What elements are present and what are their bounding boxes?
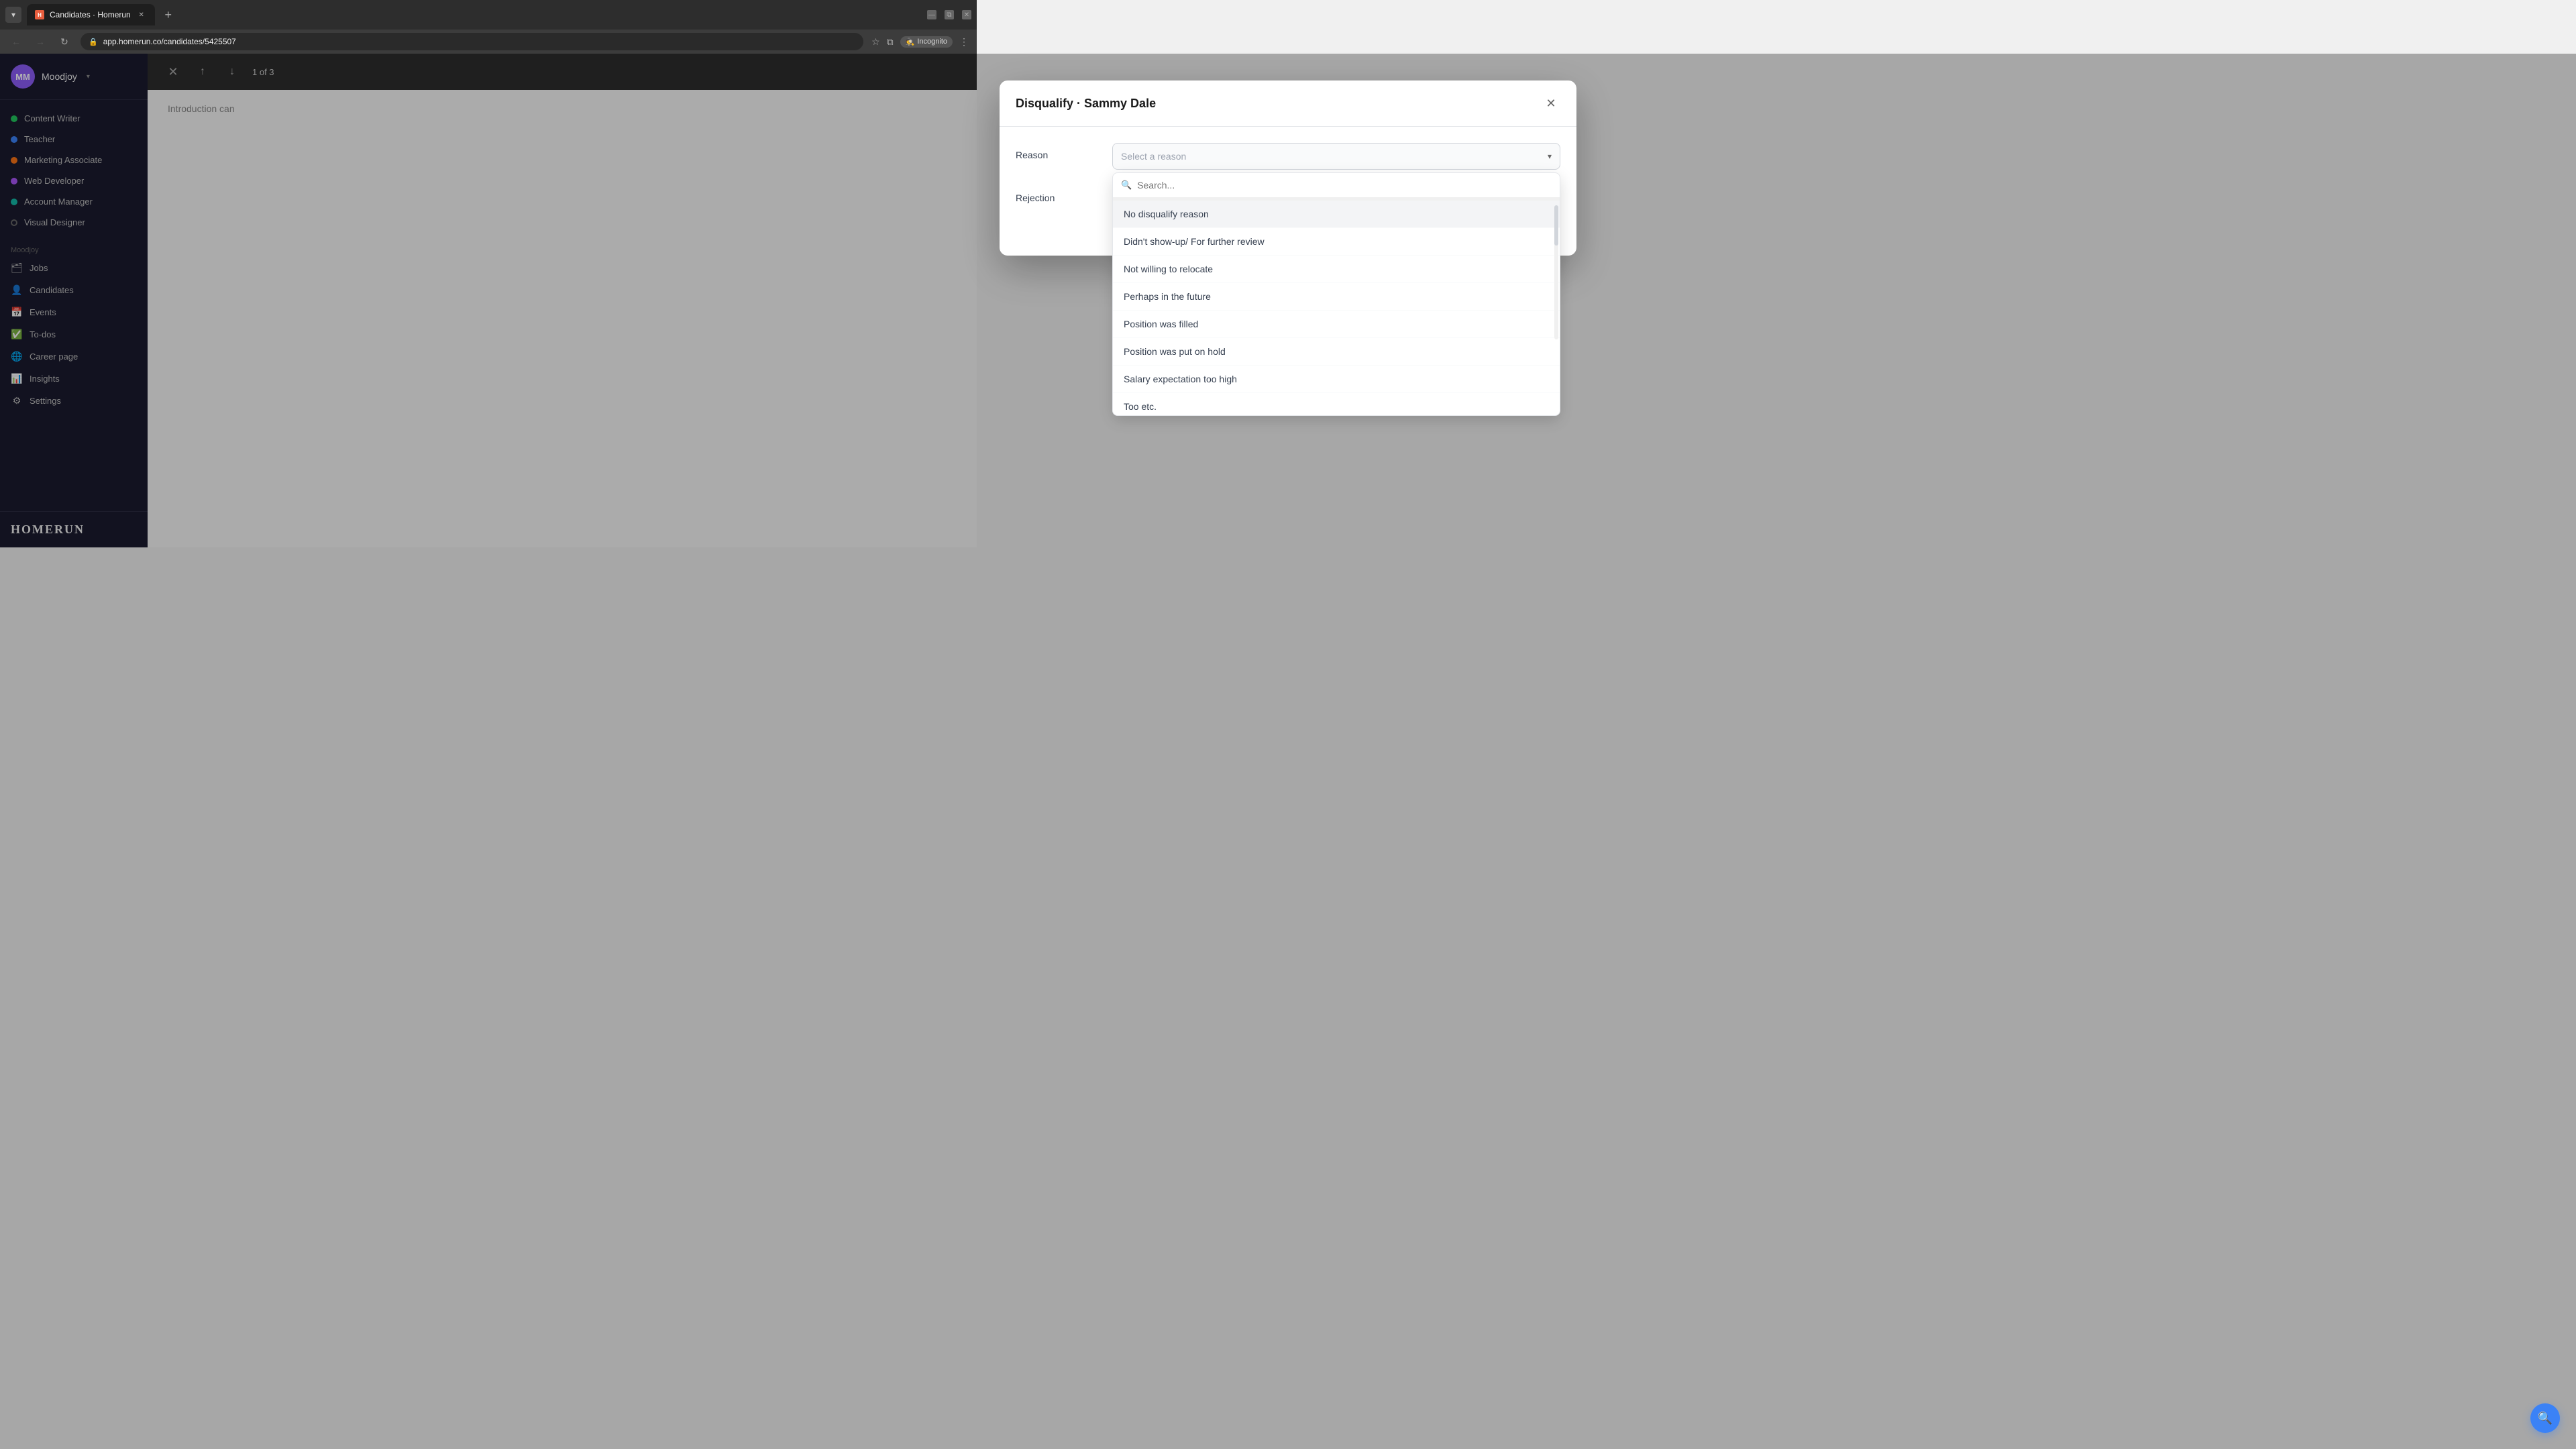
tab-close-button[interactable]: ✕ — [136, 9, 147, 20]
dropdown-item-label: Position was put on hold — [1124, 346, 1226, 357]
dropdown-item-label: Salary expectation too high — [1124, 374, 1237, 384]
security-lock-icon: 🔒 — [89, 38, 98, 46]
search-magnify-icon: 🔍 — [2538, 1411, 2553, 1426]
dropdown-item-on-hold[interactable]: Position was put on hold — [1113, 338, 1560, 366]
star-icon[interactable]: ☆ — [871, 36, 880, 48]
support-chat-button[interactable]: 🔍 — [2530, 1403, 2560, 1433]
restore-button[interactable]: ⧉ — [945, 10, 954, 19]
modal-header: Disqualify · Sammy Dale ✕ — [1000, 80, 1576, 127]
dropdown-search-area: 🔍 — [1113, 173, 1560, 198]
split-view-icon[interactable]: ⧉ — [887, 36, 894, 48]
reason-select[interactable]: Select a reason ▾ — [1112, 143, 1560, 170]
search-icon: 🔍 — [1121, 180, 1132, 191]
tab-title: Candidates · Homerun — [50, 10, 131, 19]
rejection-label: Rejection — [1016, 186, 1096, 203]
url-bar[interactable]: 🔒 app.homerun.co/candidates/5425507 — [80, 33, 863, 50]
dropdown-list: No disqualify reason Didn't show-up/ For… — [1113, 201, 1560, 415]
modal-overlay: Disqualify · Sammy Dale ✕ Reason Select … — [0, 54, 2576, 1449]
dropdown-item-label: Too etc. — [1124, 401, 1157, 412]
browser-chrome: ▾ H Candidates · Homerun ✕ + — ⧉ ✕ — [0, 0, 977, 30]
reason-placeholder: Select a reason — [1121, 151, 1186, 162]
dropdown-item-position-filled[interactable]: Position was filled — [1113, 311, 1560, 338]
dropdown-item-salary[interactable]: Salary expectation too high — [1113, 366, 1560, 393]
dropdown-item-too-etc[interactable]: Too etc. — [1113, 393, 1560, 415]
reload-button[interactable]: ↻ — [56, 34, 72, 50]
forward-button[interactable]: → — [32, 34, 48, 50]
dropdown-item-label: Didn't show-up/ For further review — [1124, 236, 1265, 247]
address-bar: ← → ↻ 🔒 app.homerun.co/candidates/542550… — [0, 30, 977, 54]
reason-row: Reason Select a reason ▾ 🔍 — [1016, 143, 1560, 170]
url-text: app.homerun.co/candidates/5425507 — [103, 37, 236, 46]
reason-field: Select a reason ▾ 🔍 No disqualify reason — [1112, 143, 1560, 170]
address-bar-actions: ☆ ⧉ 🕵 Incognito ⋮ — [871, 36, 969, 48]
reason-label: Reason — [1016, 143, 1096, 160]
dropdown-item-label: Position was filled — [1124, 319, 1198, 329]
dropdown-item-label: No disqualify reason — [1124, 209, 1209, 219]
menu-icon[interactable]: ⋮ — [959, 36, 969, 48]
select-chevron-down-icon: ▾ — [1548, 152, 1552, 161]
dropdown-item-label: Perhaps in the future — [1124, 291, 1211, 302]
dropdown-item-future[interactable]: Perhaps in the future — [1113, 283, 1560, 311]
back-button[interactable]: ← — [8, 34, 24, 50]
dropdown-item-no-show[interactable]: Didn't show-up/ For further review — [1113, 228, 1560, 256]
dropdown-scrollbar[interactable] — [1554, 205, 1558, 339]
modal-body: Reason Select a reason ▾ 🔍 — [1000, 127, 1576, 256]
dropdown-item-relocate[interactable]: Not willing to relocate — [1113, 256, 1560, 283]
new-tab-button[interactable]: + — [160, 7, 176, 23]
tab-group-button[interactable]: ▾ — [5, 7, 21, 23]
dropdown-item-label: Not willing to relocate — [1124, 264, 1213, 274]
modal-title: Disqualify · Sammy Dale — [1016, 97, 1156, 111]
window-controls: — ⧉ ✕ — [927, 10, 971, 19]
modal-close-button[interactable]: ✕ — [1542, 94, 1560, 113]
close-window-button[interactable]: ✕ — [962, 10, 971, 19]
minimize-button[interactable]: — — [927, 10, 936, 19]
incognito-icon: 🕵 — [906, 38, 915, 46]
dropdown-search-input[interactable] — [1137, 180, 1552, 191]
dropdown-item-no-reason[interactable]: No disqualify reason — [1113, 201, 1560, 228]
active-tab[interactable]: H Candidates · Homerun ✕ — [27, 4, 155, 25]
tab-favicon: H — [35, 10, 44, 19]
reason-dropdown: 🔍 No disqualify reason Didn't show-up/ F… — [1112, 172, 1560, 416]
dropdown-scrollbar-thumb — [1554, 205, 1558, 246]
incognito-label: Incognito — [917, 38, 947, 46]
incognito-badge: 🕵 Incognito — [900, 36, 953, 48]
disqualify-modal: Disqualify · Sammy Dale ✕ Reason Select … — [1000, 80, 1576, 256]
